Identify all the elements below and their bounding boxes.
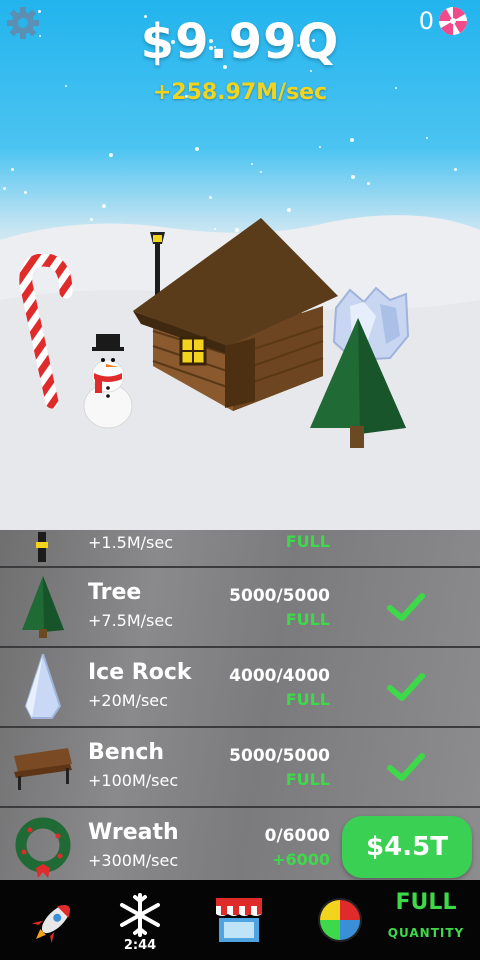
item-income: +100M/sec <box>88 771 179 790</box>
item-income: +1.5M/sec <box>88 533 174 552</box>
checkmark-icon <box>387 593 425 621</box>
item-status: FULL <box>285 610 330 629</box>
bottom-tab-bar: 2:44 FULL QUANTITY <box>0 880 480 960</box>
shop-icon[interactable] <box>212 894 266 946</box>
candy-cane[interactable] <box>16 254 76 409</box>
snowflake-icon[interactable] <box>116 892 164 938</box>
item-count: 0/6000 <box>264 826 330 846</box>
money-total: $9.99Q <box>140 14 340 70</box>
item-status: FULL <box>285 690 330 709</box>
list-item-lamp-post[interactable]: +1.5M/sec FULL <box>0 530 480 568</box>
item-status: FULL <box>285 770 330 789</box>
candy-count: 0 <box>418 7 434 35</box>
buy-button[interactable]: $4.5T <box>342 816 472 878</box>
item-income: +7.5M/sec <box>88 611 174 630</box>
item-income: +300M/sec <box>88 851 179 870</box>
item-name: Bench <box>88 740 165 765</box>
list-item-ice-rock[interactable]: Ice Rock +20M/sec 4000/4000 FULL <box>0 646 480 726</box>
item-status: FULL <box>285 532 330 551</box>
list-item-bench[interactable]: Bench +100M/sec 5000/5000 FULL <box>0 726 480 806</box>
rocket-icon[interactable] <box>28 898 78 946</box>
item-count: 5000/5000 <box>229 746 330 766</box>
tree-icon <box>22 576 64 638</box>
list-item-tree[interactable]: Tree +7.5M/sec 5000/5000 FULL <box>0 566 480 646</box>
candy-counter[interactable]: 0 <box>419 6 468 36</box>
quantity-label: QUANTITY <box>387 926 465 940</box>
checkmark-icon <box>387 673 425 701</box>
income-rate: +258.97M/sec <box>152 80 328 105</box>
item-income: +20M/sec <box>88 691 168 710</box>
item-name: Tree <box>88 580 142 605</box>
peppermint-candy-icon <box>439 7 467 35</box>
checkmark-icon <box>387 753 425 781</box>
item-count: 4000/4000 <box>229 666 330 686</box>
event-timer: 2:44 <box>123 938 157 953</box>
pine-tree[interactable] <box>308 316 408 456</box>
lamp-post-icon <box>36 532 48 562</box>
game-scene[interactable]: $9.99Q +258.97M/sec 0 <box>0 0 480 530</box>
quantity-value: FULL <box>395 890 457 915</box>
item-name: Ice Rock <box>88 660 192 685</box>
ice-rock-icon <box>24 654 62 719</box>
item-cost-quantity: +6000 <box>272 850 330 869</box>
snowman[interactable] <box>78 330 138 430</box>
item-count: 5000/5000 <box>229 586 330 606</box>
prize-wheel-icon[interactable] <box>316 896 364 944</box>
wreath-icon <box>15 817 71 878</box>
item-name: Wreath <box>88 820 179 845</box>
bench-icon <box>14 748 72 790</box>
